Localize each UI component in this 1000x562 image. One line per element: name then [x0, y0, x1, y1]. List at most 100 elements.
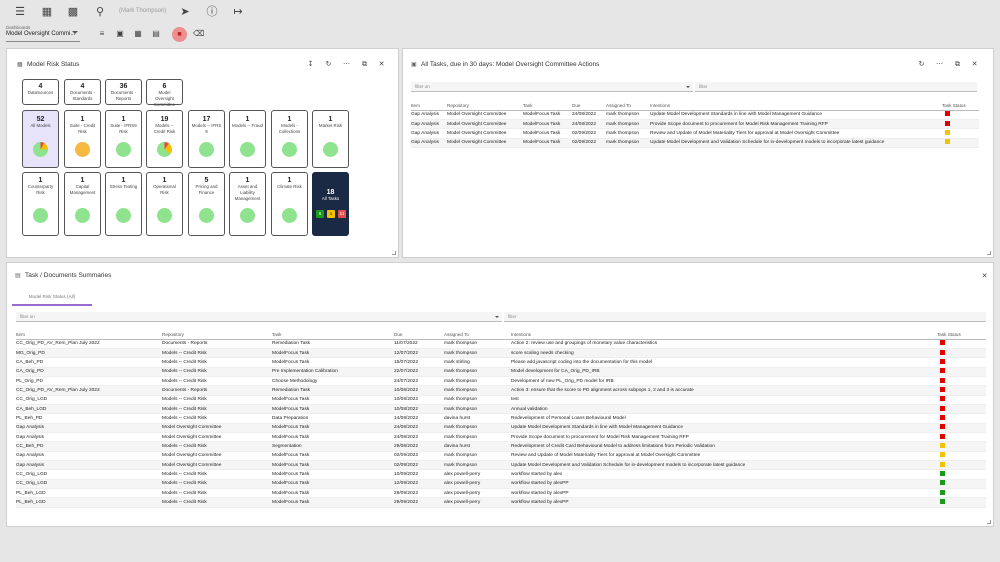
resize-handle[interactable] — [987, 520, 991, 524]
table-row[interactable]: CA_Beh_PD Models -- Credit Risk ModelFocus… — [16, 357, 986, 368]
column-header[interactable]: Task Status — [937, 330, 986, 340]
filter-input[interactable]: filter — [504, 312, 986, 322]
copy-icon[interactable]: ⧉ — [360, 60, 369, 69]
table-row[interactable]: CC_Beh_PD Models -- Credit Risk Segmentati… — [16, 441, 986, 452]
table-row[interactable]: CC_Orig_LGD Models -- Credit Risk ModelFoc… — [16, 479, 986, 490]
tile-all-models[interactable]: 52 All Models — [22, 110, 59, 168]
table-row[interactable]: Gap Analysis Model Oversight Committee Mod… — [16, 423, 986, 433]
more-icon[interactable]: ⋯ — [342, 60, 351, 69]
column-header[interactable]: Task — [523, 101, 572, 111]
column-header[interactable]: Due — [394, 330, 444, 340]
all-tasks-tile[interactable]: 18 All Tasks 6 1 11 — [312, 172, 349, 236]
refresh-icon[interactable]: ↻ — [917, 60, 926, 69]
column-header[interactable]: Task Status — [942, 101, 979, 111]
tile-climate-risk[interactable]: 1 Climate Risk — [271, 172, 308, 236]
calendar-icon[interactable]: ▦ — [133, 29, 143, 39]
table-row[interactable]: MG_Orig_PD Models -- Credit Risk ModelFocu… — [16, 348, 986, 359]
dashboard-icon[interactable]: ▦ — [40, 5, 54, 19]
table-row[interactable]: PL_Orig_PD Models -- Credit Risk Choose Me… — [16, 376, 986, 387]
nav-icon[interactable]: ➤ — [178, 5, 192, 19]
close-icon[interactable]: ✕ — [970, 60, 979, 69]
tile-suite-ifrs9-risk[interactable]: 1 Suite - IFRS9 Risk — [105, 110, 142, 168]
tile-asset-and-liability-management[interactable]: 1 Asset and Liability Management — [229, 172, 266, 236]
tile-suite-credit-risk[interactable]: 1 Suite - Credit Risk — [64, 110, 101, 168]
search-input[interactable]: (Mark Thompson) — [119, 8, 166, 14]
table-row[interactable]: Gap Analysis Model Oversight Committee Mod… — [16, 432, 986, 443]
add-user-icon[interactable]: ≡ — [97, 29, 107, 39]
more-icon[interactable]: ⋯ — [935, 60, 944, 69]
tab-model-risk-status-all[interactable]: Model Risk Status (All) — [12, 292, 92, 306]
column-header[interactable]: Intentions — [650, 101, 942, 111]
tile-models-collections[interactable]: 1 Models - Collections — [271, 110, 308, 168]
table-row[interactable]: CC_Orig_LGD Models -- Credit Risk ModelFoc… — [16, 395, 986, 405]
tile-documents-reports[interactable]: 36 Documents - Reports — [105, 79, 142, 105]
save-button[interactable]: ■ — [172, 27, 187, 42]
table-cell: ModelFocus Task — [272, 357, 394, 368]
help-icon[interactable]: ⓘ — [205, 5, 219, 19]
close-icon[interactable]: ✕ — [980, 272, 989, 281]
tile-stress-testing[interactable]: 1 Stress Testing — [105, 172, 142, 236]
card-icon[interactable]: ▤ — [151, 29, 161, 39]
column-header[interactable]: Task — [272, 330, 394, 340]
column-header[interactable]: Item — [16, 330, 162, 340]
logout-icon[interactable]: ↦ — [231, 5, 245, 19]
status-indicator — [940, 433, 945, 439]
table-row[interactable]: Gap Analysis Model Oversight Committee Mod… — [411, 138, 979, 148]
table-row[interactable]: Gap Analysis Model Oversight Committee Mod… — [411, 110, 979, 120]
table-row[interactable]: CA_Beh_LGD Models -- Credit Risk ModelFocu… — [16, 404, 986, 415]
tile-capital-management[interactable]: 1 Capital Management — [64, 172, 101, 236]
tile-operational-risk[interactable]: 1 Operational Risk — [146, 172, 183, 236]
tile-count: 1 — [162, 177, 167, 184]
tile-models-ifrs-9[interactable]: 17 Models -- IFRS 9 — [188, 110, 225, 168]
trash-icon[interactable]: ⌫ — [193, 29, 204, 39]
chart-icon[interactable]: ▩ — [66, 5, 80, 19]
download-icon[interactable]: ↧ — [306, 60, 315, 69]
column-header[interactable]: Intentions — [511, 330, 937, 340]
column-header[interactable]: Item — [411, 101, 447, 111]
table-row[interactable]: Gap Analysis Model Oversight Committee Mod… — [411, 128, 979, 139]
close-icon[interactable]: ✕ — [377, 60, 386, 69]
table-cell: Models -- Credit Risk — [162, 395, 272, 405]
column-header[interactable]: Assigned To — [444, 330, 511, 340]
refresh-icon[interactable]: ↻ — [324, 60, 333, 69]
table-row[interactable]: PL_Beh_PD Models -- Credit Risk Data Prepa… — [16, 413, 986, 424]
resize-handle[interactable] — [987, 251, 991, 255]
search-icon[interactable]: ⚲ — [93, 5, 107, 19]
status-cell — [937, 348, 986, 359]
table-row[interactable]: CC_Orig_PD_AV_Rem_Plan July 2022 Document… — [16, 385, 986, 396]
tile-datasources[interactable]: 4 DataSources — [22, 79, 59, 105]
column-header[interactable]: Due — [572, 101, 606, 111]
column-header[interactable]: Repository — [447, 101, 523, 111]
status-pie-icon — [157, 208, 172, 223]
tile-models-credit-risk[interactable]: 19 Models -- Credit Risk — [146, 110, 183, 168]
table-cell: mark thompson — [606, 110, 650, 120]
table-row[interactable]: CC_Orig_LGD Models -- Credit Risk ModelFoc… — [16, 469, 986, 480]
table-row[interactable]: PL_Beh_LGD Models -- Credit Risk ModelFocu… — [16, 488, 986, 499]
briefcase-icon[interactable]: ▣ — [115, 29, 125, 39]
menu-icon[interactable]: ☰ — [13, 5, 27, 19]
filter-column-select[interactable]: filter on — [411, 82, 693, 92]
tile-pricing-and-finance[interactable]: 5 Pricing and Finance — [188, 172, 225, 236]
yellow-badge: 1 — [327, 210, 335, 218]
filter-input[interactable]: filter — [695, 82, 977, 92]
column-header[interactable]: Assigned To — [606, 101, 650, 111]
tile-market-risk[interactable]: 1 Market Risk — [312, 110, 349, 168]
dashboard-select[interactable]: Dashboards Model Oversight Commi... — [6, 24, 80, 42]
copy-icon[interactable]: ⧉ — [953, 60, 962, 69]
table-cell: ModelFocus Task — [272, 479, 394, 490]
status-pie-icon — [75, 142, 90, 157]
column-header[interactable]: Repository — [162, 330, 272, 340]
table-row[interactable]: PL_Beh_LGD Models -- Credit Risk ModelFocu… — [16, 497, 986, 508]
table-row[interactable]: Gap Analysis Model Oversight Committee Mod… — [16, 460, 986, 471]
table-row[interactable]: Gap Analysis Model Oversight Committee Mod… — [16, 451, 986, 461]
tile-model-oversight-committee[interactable]: 6 Model Oversight Committee — [146, 79, 183, 107]
table-row[interactable]: Gap Analysis Model Oversight Committee Mod… — [411, 119, 979, 130]
table-row[interactable]: CC_Orig_PD_AV_Rem_Plan July 2022 Document… — [16, 339, 986, 349]
tile-counterparty-risk[interactable]: 1 Counterparty Risk — [22, 172, 59, 236]
filter-column-select[interactable]: filter on — [16, 312, 502, 322]
table-row[interactable]: CA_Orig_PD Models -- Credit Risk Pre Imple… — [16, 367, 986, 377]
tile-models-fraud[interactable]: 1 Models -- Fraud — [229, 110, 266, 168]
resize-handle[interactable] — [392, 251, 396, 255]
table-cell: Model Oversight Committee — [162, 460, 272, 471]
tile-documents-standards[interactable]: 4 Documents - Standards — [64, 79, 101, 105]
